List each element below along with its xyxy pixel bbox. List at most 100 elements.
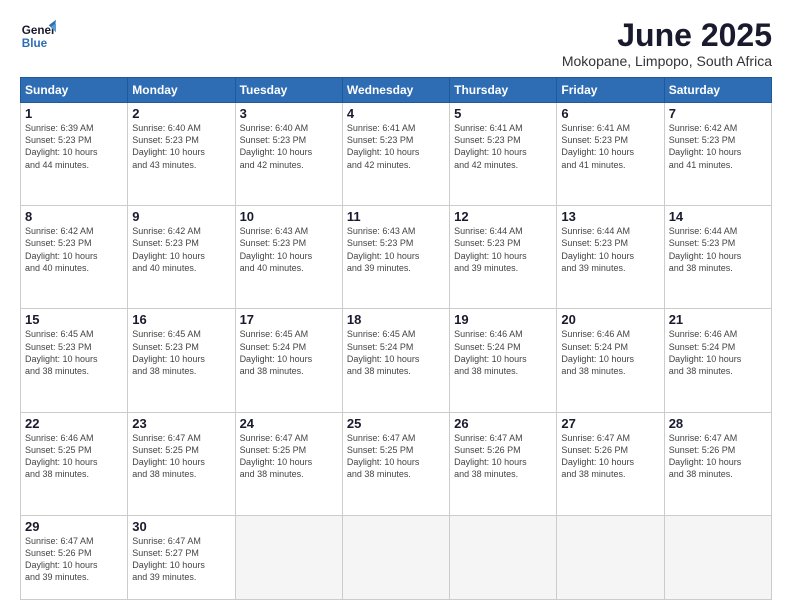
header-sunday: Sunday — [21, 78, 128, 103]
day-info: Sunrise: 6:47 AM Sunset: 5:26 PM Dayligh… — [454, 432, 552, 481]
day-info: Sunrise: 6:41 AM Sunset: 5:23 PM Dayligh… — [454, 122, 552, 171]
header: General Blue June 2025 Mokopane, Limpopo… — [20, 18, 772, 69]
day-number: 2 — [132, 106, 230, 121]
header-thursday: Thursday — [450, 78, 557, 103]
table-row: 22Sunrise: 6:46 AM Sunset: 5:25 PM Dayli… — [21, 412, 128, 515]
day-info: Sunrise: 6:42 AM Sunset: 5:23 PM Dayligh… — [25, 225, 123, 274]
table-row: 13Sunrise: 6:44 AM Sunset: 5:23 PM Dayli… — [557, 206, 664, 309]
table-row — [342, 515, 449, 599]
calendar-row: 8Sunrise: 6:42 AM Sunset: 5:23 PM Daylig… — [21, 206, 772, 309]
table-row: 24Sunrise: 6:47 AM Sunset: 5:25 PM Dayli… — [235, 412, 342, 515]
table-row: 9Sunrise: 6:42 AM Sunset: 5:23 PM Daylig… — [128, 206, 235, 309]
day-info: Sunrise: 6:46 AM Sunset: 5:25 PM Dayligh… — [25, 432, 123, 481]
table-row: 11Sunrise: 6:43 AM Sunset: 5:23 PM Dayli… — [342, 206, 449, 309]
location: Mokopane, Limpopo, South Africa — [562, 53, 772, 69]
day-info: Sunrise: 6:47 AM Sunset: 5:27 PM Dayligh… — [132, 535, 230, 584]
day-number: 24 — [240, 416, 338, 431]
title-block: June 2025 Mokopane, Limpopo, South Afric… — [562, 18, 772, 69]
day-info: Sunrise: 6:44 AM Sunset: 5:23 PM Dayligh… — [669, 225, 767, 274]
day-info: Sunrise: 6:47 AM Sunset: 5:25 PM Dayligh… — [132, 432, 230, 481]
table-row: 26Sunrise: 6:47 AM Sunset: 5:26 PM Dayli… — [450, 412, 557, 515]
day-info: Sunrise: 6:39 AM Sunset: 5:23 PM Dayligh… — [25, 122, 123, 171]
day-info: Sunrise: 6:47 AM Sunset: 5:26 PM Dayligh… — [25, 535, 123, 584]
day-number: 11 — [347, 209, 445, 224]
svg-text:Blue: Blue — [22, 37, 48, 50]
day-number: 10 — [240, 209, 338, 224]
table-row: 27Sunrise: 6:47 AM Sunset: 5:26 PM Dayli… — [557, 412, 664, 515]
day-number: 29 — [25, 519, 123, 534]
table-row: 25Sunrise: 6:47 AM Sunset: 5:25 PM Dayli… — [342, 412, 449, 515]
day-number: 7 — [669, 106, 767, 121]
day-info: Sunrise: 6:40 AM Sunset: 5:23 PM Dayligh… — [240, 122, 338, 171]
day-number: 3 — [240, 106, 338, 121]
table-row: 29Sunrise: 6:47 AM Sunset: 5:26 PM Dayli… — [21, 515, 128, 599]
table-row: 3Sunrise: 6:40 AM Sunset: 5:23 PM Daylig… — [235, 103, 342, 206]
day-number: 28 — [669, 416, 767, 431]
day-info: Sunrise: 6:47 AM Sunset: 5:26 PM Dayligh… — [561, 432, 659, 481]
day-info: Sunrise: 6:46 AM Sunset: 5:24 PM Dayligh… — [669, 328, 767, 377]
day-number: 21 — [669, 312, 767, 327]
table-row: 12Sunrise: 6:44 AM Sunset: 5:23 PM Dayli… — [450, 206, 557, 309]
day-number: 1 — [25, 106, 123, 121]
table-row — [450, 515, 557, 599]
header-friday: Friday — [557, 78, 664, 103]
day-number: 25 — [347, 416, 445, 431]
day-info: Sunrise: 6:42 AM Sunset: 5:23 PM Dayligh… — [132, 225, 230, 274]
table-row: 6Sunrise: 6:41 AM Sunset: 5:23 PM Daylig… — [557, 103, 664, 206]
calendar-row: 22Sunrise: 6:46 AM Sunset: 5:25 PM Dayli… — [21, 412, 772, 515]
table-row: 7Sunrise: 6:42 AM Sunset: 5:23 PM Daylig… — [664, 103, 771, 206]
calendar-row: 15Sunrise: 6:45 AM Sunset: 5:23 PM Dayli… — [21, 309, 772, 412]
day-info: Sunrise: 6:43 AM Sunset: 5:23 PM Dayligh… — [347, 225, 445, 274]
page: General Blue June 2025 Mokopane, Limpopo… — [0, 0, 792, 612]
day-info: Sunrise: 6:47 AM Sunset: 5:25 PM Dayligh… — [347, 432, 445, 481]
table-row: 15Sunrise: 6:45 AM Sunset: 5:23 PM Dayli… — [21, 309, 128, 412]
day-number: 4 — [347, 106, 445, 121]
day-info: Sunrise: 6:46 AM Sunset: 5:24 PM Dayligh… — [454, 328, 552, 377]
table-row: 4Sunrise: 6:41 AM Sunset: 5:23 PM Daylig… — [342, 103, 449, 206]
table-row: 8Sunrise: 6:42 AM Sunset: 5:23 PM Daylig… — [21, 206, 128, 309]
table-row: 20Sunrise: 6:46 AM Sunset: 5:24 PM Dayli… — [557, 309, 664, 412]
day-number: 6 — [561, 106, 659, 121]
table-row: 10Sunrise: 6:43 AM Sunset: 5:23 PM Dayli… — [235, 206, 342, 309]
weekday-header-row: Sunday Monday Tuesday Wednesday Thursday… — [21, 78, 772, 103]
day-info: Sunrise: 6:40 AM Sunset: 5:23 PM Dayligh… — [132, 122, 230, 171]
day-number: 20 — [561, 312, 659, 327]
table-row: 18Sunrise: 6:45 AM Sunset: 5:24 PM Dayli… — [342, 309, 449, 412]
header-wednesday: Wednesday — [342, 78, 449, 103]
day-number: 26 — [454, 416, 552, 431]
day-number: 15 — [25, 312, 123, 327]
header-saturday: Saturday — [664, 78, 771, 103]
day-info: Sunrise: 6:46 AM Sunset: 5:24 PM Dayligh… — [561, 328, 659, 377]
day-info: Sunrise: 6:47 AM Sunset: 5:25 PM Dayligh… — [240, 432, 338, 481]
day-info: Sunrise: 6:45 AM Sunset: 5:23 PM Dayligh… — [132, 328, 230, 377]
day-number: 30 — [132, 519, 230, 534]
day-info: Sunrise: 6:44 AM Sunset: 5:23 PM Dayligh… — [561, 225, 659, 274]
day-number: 14 — [669, 209, 767, 224]
day-info: Sunrise: 6:41 AM Sunset: 5:23 PM Dayligh… — [347, 122, 445, 171]
calendar-table: Sunday Monday Tuesday Wednesday Thursday… — [20, 77, 772, 600]
calendar-row: 1Sunrise: 6:39 AM Sunset: 5:23 PM Daylig… — [21, 103, 772, 206]
header-monday: Monday — [128, 78, 235, 103]
day-number: 18 — [347, 312, 445, 327]
table-row: 23Sunrise: 6:47 AM Sunset: 5:25 PM Dayli… — [128, 412, 235, 515]
day-info: Sunrise: 6:45 AM Sunset: 5:24 PM Dayligh… — [347, 328, 445, 377]
day-info: Sunrise: 6:43 AM Sunset: 5:23 PM Dayligh… — [240, 225, 338, 274]
day-info: Sunrise: 6:42 AM Sunset: 5:23 PM Dayligh… — [669, 122, 767, 171]
day-number: 8 — [25, 209, 123, 224]
table-row: 5Sunrise: 6:41 AM Sunset: 5:23 PM Daylig… — [450, 103, 557, 206]
logo-icon: General Blue — [20, 18, 56, 54]
table-row: 21Sunrise: 6:46 AM Sunset: 5:24 PM Dayli… — [664, 309, 771, 412]
day-number: 16 — [132, 312, 230, 327]
day-info: Sunrise: 6:44 AM Sunset: 5:23 PM Dayligh… — [454, 225, 552, 274]
table-row: 17Sunrise: 6:45 AM Sunset: 5:24 PM Dayli… — [235, 309, 342, 412]
day-number: 23 — [132, 416, 230, 431]
table-row: 28Sunrise: 6:47 AM Sunset: 5:26 PM Dayli… — [664, 412, 771, 515]
month-title: June 2025 — [562, 18, 772, 53]
day-info: Sunrise: 6:45 AM Sunset: 5:23 PM Dayligh… — [25, 328, 123, 377]
day-number: 27 — [561, 416, 659, 431]
day-number: 19 — [454, 312, 552, 327]
table-row: 2Sunrise: 6:40 AM Sunset: 5:23 PM Daylig… — [128, 103, 235, 206]
day-number: 22 — [25, 416, 123, 431]
table-row: 16Sunrise: 6:45 AM Sunset: 5:23 PM Dayli… — [128, 309, 235, 412]
day-number: 9 — [132, 209, 230, 224]
